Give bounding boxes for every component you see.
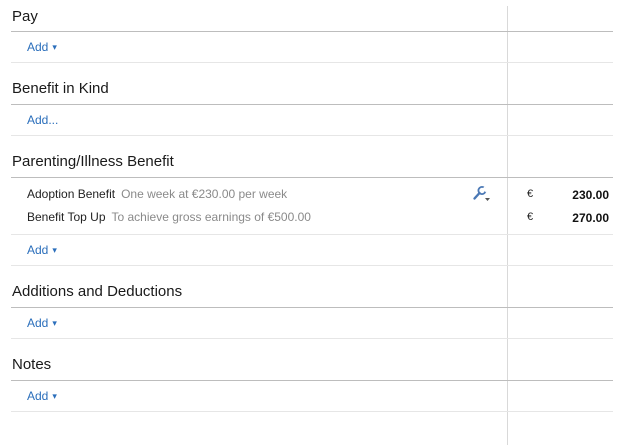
add-label: Add: [27, 389, 49, 403]
section-title-notes: Notes: [12, 356, 52, 373]
row-rule: [11, 338, 613, 339]
add-label: Add...: [27, 113, 59, 127]
benefit-row-adoption[interactable]: Adoption Benefit One week at €230.00 per …: [27, 187, 287, 201]
benefit-name: Adoption Benefit: [27, 187, 116, 201]
wrench-dropdown-icon[interactable]: [472, 186, 492, 202]
benefit-name: Benefit Top Up: [27, 210, 106, 224]
row-rule: [11, 265, 613, 266]
section-title-pay: Pay: [12, 8, 38, 25]
section-rule: [11, 177, 613, 178]
section-rule: [11, 104, 613, 105]
benefit-in-kind-add-link[interactable]: Add...: [27, 113, 58, 127]
section-rule: [11, 380, 613, 381]
benefit-description: One week at €230.00 per week: [121, 187, 288, 201]
currency-symbol: €: [527, 211, 534, 223]
add-label: Add: [27, 40, 49, 54]
row-rule: [11, 135, 613, 136]
section-rule: [11, 307, 613, 308]
add-label: Add: [27, 243, 49, 257]
benefit-row-top-up[interactable]: Benefit Top Up To achieve gross earnings …: [27, 210, 311, 224]
section-title-benefit-in-kind: Benefit in Kind: [12, 80, 109, 97]
section-title-additions-deductions: Additions and Deductions: [12, 283, 183, 300]
section-rule: [11, 31, 613, 32]
currency-symbol: €: [527, 188, 534, 200]
dropdown-caret-icon: ▾: [52, 318, 57, 328]
parenting-illness-add-button[interactable]: Add ▾: [27, 243, 57, 257]
pay-add-button[interactable]: Add ▾: [27, 40, 57, 54]
dropdown-caret-icon: ▾: [52, 391, 57, 401]
row-rule: [11, 234, 613, 235]
dropdown-caret-icon: ▾: [52, 42, 57, 52]
row-rule: [11, 62, 613, 63]
benefit-amount: 270.00: [572, 211, 609, 225]
benefit-amount: 230.00: [572, 188, 609, 202]
row-rule: [11, 411, 613, 412]
add-label: Add: [27, 316, 49, 330]
notes-add-button[interactable]: Add ▾: [27, 389, 57, 403]
dropdown-caret-icon: ▾: [52, 245, 57, 255]
benefit-description: To achieve gross earnings of €500.00: [111, 210, 311, 224]
additions-deductions-add-button[interactable]: Add ▾: [27, 316, 57, 330]
section-title-parenting-illness-benefit: Parenting/Illness Benefit: [12, 153, 174, 170]
